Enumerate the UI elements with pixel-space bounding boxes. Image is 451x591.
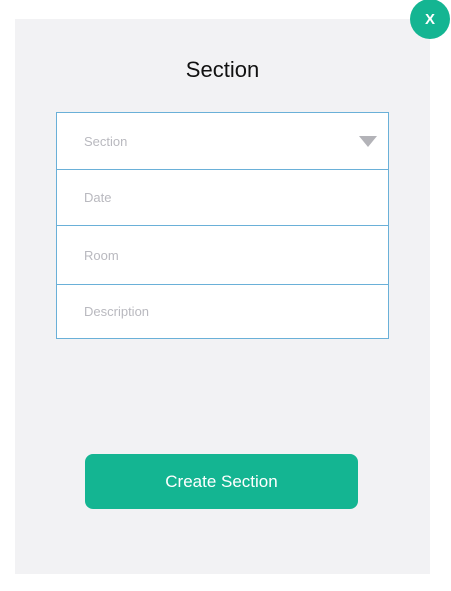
section-select-placeholder: Section [84,133,128,149]
section-form: Section Date Room Description [56,112,389,339]
chevron-down-icon[interactable] [359,136,377,147]
close-icon: X [424,10,435,28]
dialog-title: Section [185,57,260,82]
room-field[interactable]: Room [57,226,388,285]
room-field-placeholder: Room [84,247,119,263]
close-button[interactable]: X [410,0,450,39]
description-field-placeholder: Description [84,304,150,319]
create-section-button[interactable]: Create Section [85,454,358,509]
description-field[interactable]: Description [57,285,388,338]
date-field-placeholder: Date [84,190,112,205]
section-select[interactable]: Section [57,113,388,170]
date-field[interactable]: Date [57,170,388,226]
